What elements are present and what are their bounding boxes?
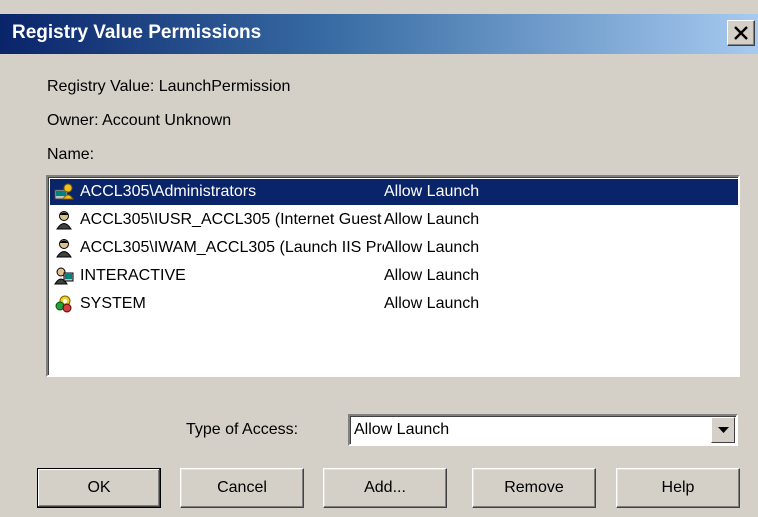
list-item[interactable]: SYSTEM Allow Launch [50,291,738,317]
owner-label: Owner: Account Unknown [47,112,232,129]
entry-access: Allow Launch [384,183,480,200]
entry-access: Allow Launch [384,239,480,256]
user-icon [56,239,72,258]
ok-button[interactable]: OK [37,468,161,508]
registry-permissions-dialog: Registry Value Permissions Registry Valu… [0,0,758,517]
entry-access: Allow Launch [384,211,480,228]
user-icon [56,211,72,230]
interactive-icon [54,267,74,285]
close-button[interactable] [727,20,755,46]
dropdown-button[interactable] [711,417,735,443]
list-item[interactable]: ACCL305\IWAM_ACCL305 (Launch IIS Process… [50,235,738,261]
list-item[interactable]: INTERACTIVE Allow Launch [50,263,738,289]
list-item[interactable]: ACCL305\IUSR_ACCL305 (Internet Guest Acc… [50,207,738,233]
window-title: Registry Value Permissions [12,22,262,43]
registry-value-label: Registry Value: LaunchPermission [47,78,291,95]
entry-name: ACCL305\IUSR_ACCL305 (Internet Guest Acc… [80,211,384,228]
title-bar[interactable]: Registry Value Permissions [0,14,758,54]
group-icon [54,183,74,200]
list-item[interactable]: ACCL305\Administrators Allow Launch [50,179,738,205]
entry-name: ACCL305\IWAM_ACCL305 (Launch IIS Process… [80,239,384,256]
type-of-access-value: Allow Launch [354,421,450,438]
system-icon [55,295,72,313]
type-of-access-label: Type of Access: [186,421,299,438]
entry-access: Allow Launch [384,295,480,312]
entry-name: ACCL305\Administrators [80,183,257,200]
help-button[interactable]: Help [616,468,740,508]
type-of-access-select[interactable]: Allow Launch [348,414,738,446]
close-icon [734,26,748,40]
cancel-button[interactable]: Cancel [180,468,304,508]
permissions-list[interactable]: ACCL305\Administrators Allow Launch ACCL… [46,175,740,377]
remove-button[interactable]: Remove [472,468,596,508]
entry-name: SYSTEM [80,295,146,312]
add-button[interactable]: Add... [323,468,447,508]
name-label: Name: [47,146,95,163]
entry-name: INTERACTIVE [80,267,186,284]
chevron-down-icon [718,427,729,433]
entry-access: Allow Launch [384,267,480,284]
